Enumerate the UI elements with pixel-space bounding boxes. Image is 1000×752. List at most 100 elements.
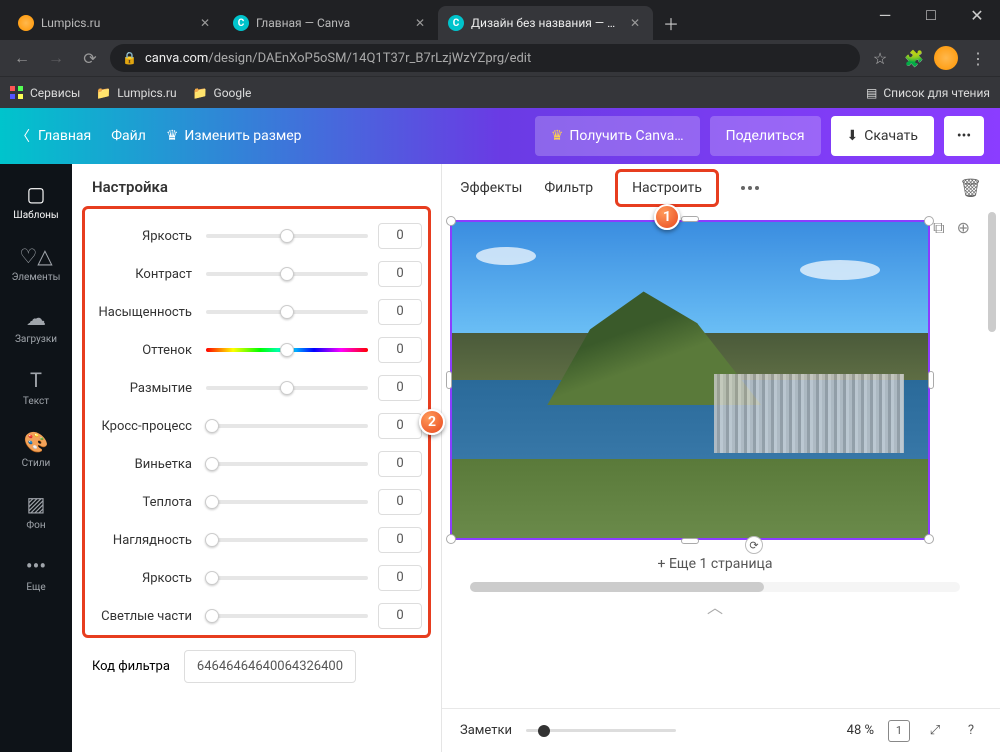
adjustment-slider[interactable] [206,538,368,542]
adjustment-slider[interactable] [206,348,368,352]
zoom-slider[interactable] [526,729,676,732]
rotate-icon[interactable]: ⟳ [745,536,763,554]
fullscreen-icon[interactable]: ⤢ [924,720,946,742]
slider-thumb[interactable] [205,495,219,509]
share-button[interactable]: Поделиться [710,116,821,156]
adjustment-slider[interactable] [206,462,368,466]
profile-avatar[interactable] [934,46,958,70]
page-indicator[interactable]: 1 [888,720,910,742]
more-button[interactable]: ••• [944,116,984,156]
adjustment-value[interactable]: 0 [378,489,422,515]
slider-thumb[interactable] [205,533,219,547]
resize-handle-tl[interactable] [446,216,456,226]
resize-button[interactable]: ♛ Изменить размер [166,128,302,144]
scrollbar-thumb[interactable] [988,212,996,332]
sidebar-item-text[interactable]: T Текст [0,356,72,418]
close-icon[interactable]: ✕ [627,15,643,31]
sidebar-item-styles[interactable]: 🎨 Стили [0,418,72,480]
resize-handle-r[interactable] [928,371,934,389]
menu-icon[interactable]: ⋮ [964,44,992,72]
new-tab-button[interactable]: ＋ [657,9,685,37]
folder-icon: 📁 [96,86,111,100]
slider-thumb[interactable] [280,305,294,319]
reload-button[interactable]: ⟳ [76,44,104,72]
slider-thumb[interactable] [280,267,294,281]
resize-handle-l[interactable] [446,371,452,389]
horizontal-scrollbar[interactable] [470,582,960,592]
sidebar-item-background[interactable]: ▨ Фон [0,480,72,542]
help-icon[interactable]: ? [960,720,982,742]
close-icon[interactable]: ✕ [412,15,428,31]
vertical-scrollbar[interactable] [986,212,998,708]
star-icon[interactable]: ☆ [866,44,894,72]
notes-button[interactable]: Заметки [460,723,512,738]
chevron-up-icon[interactable]: ︿ [450,592,980,620]
slider-thumb[interactable] [280,229,294,243]
sidebar-item-elements[interactable]: ♡△ Элементы [0,232,72,294]
toolbar-effects[interactable]: Эффекты [460,180,522,196]
bookmark-services[interactable]: Сервисы [10,86,80,100]
sidebar-item-uploads[interactable]: ☁ Загрузки [0,294,72,356]
extensions-icon[interactable]: 🧩 [900,44,928,72]
browser-tab-canva-home[interactable]: C Главная — Canva ✕ [223,6,438,40]
download-button[interactable]: ⬇ Скачать [831,116,935,156]
adjustment-value[interactable]: 0 [378,337,422,363]
bookmark-lumpics[interactable]: 📁 Lumpics.ru [96,86,176,100]
toolbar-filter[interactable]: Фильтр [544,180,593,196]
adjustment-value[interactable]: 0 [378,603,422,629]
adjustment-value[interactable]: 0 [378,527,422,553]
toolbar-more[interactable] [741,186,759,190]
adjustment-value[interactable]: 0 [378,223,422,249]
toolbar-adjust[interactable]: Настроить 1 [615,169,719,207]
zoom-value[interactable]: 48 % [847,723,874,738]
file-menu[interactable]: Файл [111,128,146,144]
canvas-body[interactable]: ⧉ ⊕ [442,212,1000,708]
adjustment-slider[interactable] [206,234,368,238]
reading-list[interactable]: ▤ Список для чтения [866,86,990,100]
minimize-button[interactable]: — [862,0,908,30]
adjustment-value[interactable]: 0 [378,451,422,477]
adjustment-value[interactable]: 0 [378,261,422,287]
slider-thumb[interactable] [280,343,294,357]
slider-thumb[interactable] [280,381,294,395]
get-pro-button[interactable]: ♛ Получить Canva… [535,116,700,156]
adjustment-value[interactable]: 0 [378,299,422,325]
adjustment-value[interactable]: 0 [378,375,422,401]
resize-handle-tr[interactable] [924,216,934,226]
forward-button[interactable]: → [42,44,70,72]
sidebar-label: Еще [26,582,45,593]
close-icon[interactable]: ✕ [197,15,213,31]
close-window-button[interactable]: ✕ [954,0,1000,30]
add-page-button[interactable]: + Еще 1 страница ⟳ [450,540,980,572]
sidebar-item-templates[interactable]: ▢ Шаблоны [0,170,72,232]
adjustment-slider[interactable] [206,576,368,580]
selected-image[interactable] [450,220,930,540]
adjustment-slider[interactable] [206,424,368,428]
back-button[interactable]: ← [8,44,36,72]
resize-handle-t[interactable] [681,216,699,222]
maximize-button[interactable]: □ [908,0,954,30]
adjustment-slider[interactable] [206,614,368,618]
slider-thumb[interactable] [205,571,219,585]
adjustment-value[interactable]: 0 [378,565,422,591]
duplicate-page-icon[interactable]: ⧉ [933,218,944,238]
slider-thumb[interactable] [205,609,219,623]
add-page-icon[interactable]: ⊕ [957,218,970,238]
browser-tab-design[interactable]: C Дизайн без названия — 1024 ✕ [438,6,653,40]
sidebar-item-more[interactable]: ••• Еще [0,542,72,604]
adjustment-value[interactable]: 0 [378,413,422,439]
adjustment-slider[interactable] [206,500,368,504]
home-link[interactable]: 〈 Главная [16,126,91,146]
browser-tab-lumpics[interactable]: Lumpics.ru ✕ [8,6,223,40]
bookmark-google[interactable]: 📁 Google [193,86,252,100]
slider-thumb[interactable] [205,419,219,433]
scrollbar-thumb[interactable] [470,582,764,592]
slider-thumb[interactable] [205,457,219,471]
trash-icon[interactable]: 🗑 [959,178,982,199]
filter-code-value[interactable]: 64646464640064326400 [184,650,356,683]
url-box[interactable]: 🔒 canva.com/design/DAEnXoP5oSM/14Q1T37r_… [110,44,860,72]
zoom-thumb[interactable] [538,725,550,737]
adjustment-slider[interactable] [206,386,368,390]
adjustment-slider[interactable] [206,272,368,276]
adjustment-slider[interactable] [206,310,368,314]
